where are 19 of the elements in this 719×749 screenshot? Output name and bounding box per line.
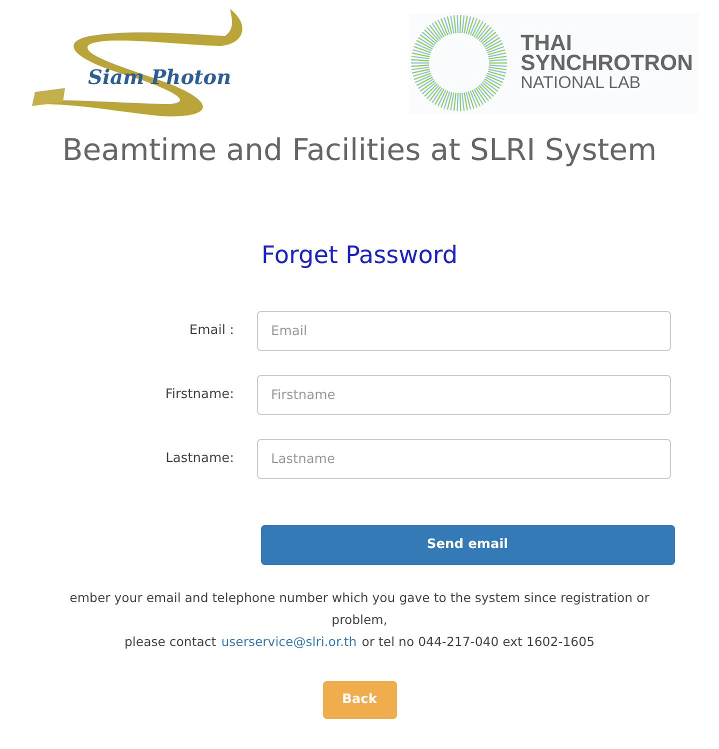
input-field[interactable]: Lastname	[257, 439, 671, 479]
input-field[interactable]: Email	[257, 311, 671, 351]
logo-text: NATIONAL LAB	[520, 73, 642, 93]
logo-text: Siam Photon	[88, 64, 232, 91]
email-link[interactable]: userservice@slri.or.th	[221, 631, 357, 653]
field-label: Lastname:	[164, 450, 235, 468]
form-heading: Forget Password	[261, 240, 458, 271]
logo-text: SYNCHROTRON	[520, 53, 693, 73]
notice-text: or tel no 044-217-040 ext 1602-1605	[362, 633, 595, 651]
notice-text: please contact	[124, 633, 216, 651]
notice-text: ember your email and telephone number which you gave to the system since registration or	[70, 589, 650, 607]
page-title: Beamtime and Facilities at SLRI System	[62, 132, 657, 170]
send-email-button[interactable]: Send email	[260, 525, 674, 565]
field-label: Firstname:	[164, 386, 235, 404]
input-field[interactable]: Firstname	[257, 375, 671, 415]
sunburst-logo-icon	[408, 13, 509, 113]
notice-text: problem,	[332, 611, 388, 629]
field-label: Email :	[188, 322, 235, 340]
logo-text: THAI	[520, 33, 572, 53]
